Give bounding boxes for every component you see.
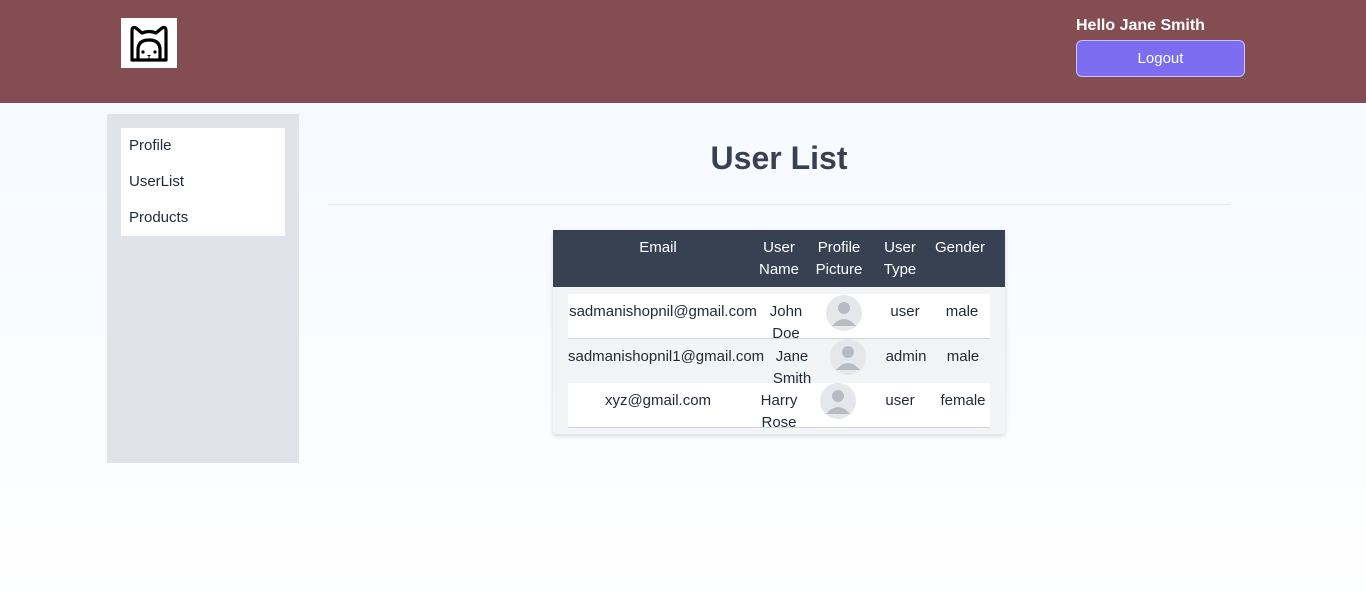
cell-email: xyz@gmail.com	[604, 392, 712, 409]
cell-user-type: admin	[885, 348, 927, 365]
cell-user-name: Harry Rose	[760, 392, 798, 431]
column-header-user-name: User Name	[758, 239, 799, 278]
cell-gender: female	[940, 392, 986, 409]
sidebar: Profile UserList Products	[107, 114, 299, 463]
cell-email: sadmanishopnil1@gmail.com	[568, 348, 765, 365]
cat-face-icon	[130, 25, 168, 62]
sidebar-item-userlist[interactable]: UserList	[121, 164, 285, 200]
cell-gender: male	[945, 303, 979, 320]
sidebar-nav: Profile UserList Products	[121, 128, 285, 236]
column-header-gender: Gender	[934, 239, 986, 256]
table-header: Email User Name Profile Picture User Typ…	[553, 230, 1005, 287]
column-header-user-type: User Type	[883, 239, 917, 278]
table-row: xyz@gmail.com Harry Rose user female	[568, 383, 990, 431]
column-header-profile-picture: Profile Picture	[815, 239, 863, 278]
top-header: Hello Jane Smith Logout	[0, 0, 1366, 103]
cell-user-type: user	[885, 392, 915, 409]
avatar-placeholder-icon	[826, 295, 862, 331]
sidebar-item-profile[interactable]: Profile	[121, 128, 285, 164]
user-greeting: Hello Jane Smith	[1076, 17, 1205, 34]
avatar-placeholder-icon	[830, 339, 866, 375]
table-row: sadmanishopnil@gmail.com John Doe user m…	[568, 294, 990, 342]
user-table: Email User Name Profile Picture User Typ…	[553, 230, 1005, 434]
cell-email: sadmanishopnil@gmail.com	[569, 303, 757, 320]
column-header-email: Email	[639, 239, 677, 256]
cell-gender: male	[946, 348, 980, 365]
sidebar-item-products[interactable]: Products	[121, 200, 285, 236]
logout-button[interactable]: Logout	[1076, 40, 1245, 77]
cell-user-type: user	[890, 303, 920, 320]
app-logo[interactable]	[121, 18, 177, 68]
avatar-placeholder-icon	[820, 383, 856, 419]
table-row: sadmanishopnil1@gmail.com Jane Smith adm…	[568, 339, 990, 387]
page-title: User List	[710, 140, 848, 176]
divider	[328, 204, 1230, 205]
